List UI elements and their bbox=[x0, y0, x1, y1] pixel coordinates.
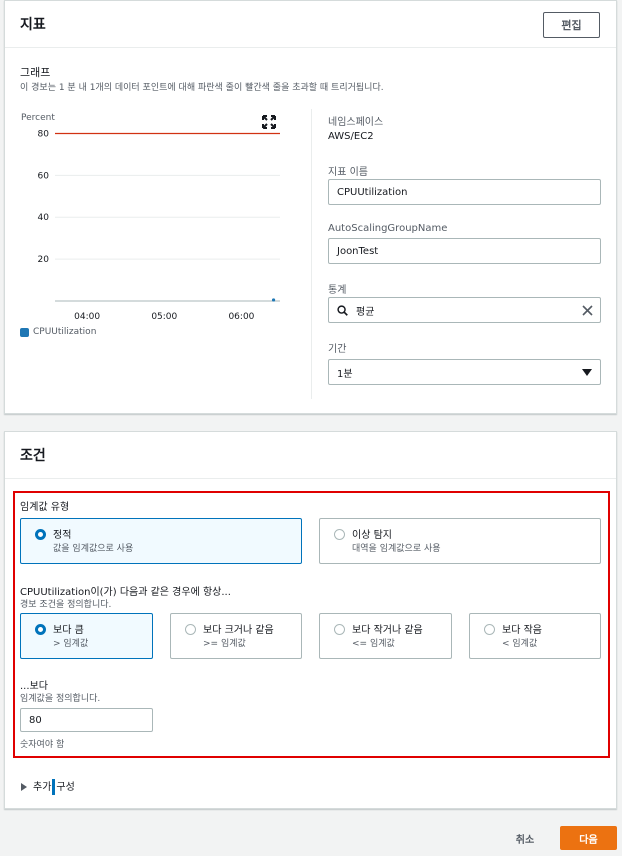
threshold-type-static[interactable]: 정적 값을 임계값으로 사용 bbox=[20, 518, 302, 564]
y-tick-label: 80 bbox=[38, 129, 50, 139]
metric-name-field[interactable]: CPUUtilization bbox=[328, 179, 601, 205]
metric-chart: Percent 20 40 60 80 04:00 05:00 06:00 CPUUtili… bbox=[17, 109, 285, 344]
graph-description: 이 경보는 1 분 내 1개의 데이터 포인트에 대해 파란색 줄이 빨간색 줄… bbox=[20, 83, 384, 93]
dimension-label: AutoScalingGroupName bbox=[328, 223, 448, 234]
period-label: 기간 bbox=[328, 344, 347, 355]
legend-swatch bbox=[20, 327, 29, 337]
operator-less-equal[interactable]: 보다 작거나 같음 <= 임계값 bbox=[319, 613, 452, 659]
y-tick-label: 20 bbox=[38, 255, 50, 265]
x-tick-label: 04:00 bbox=[74, 312, 100, 319]
period-value: 1분 bbox=[337, 368, 353, 380]
operator-less[interactable]: 보다 작음 < 임계값 bbox=[469, 613, 601, 659]
operator-less-equal-title: 보다 작거나 같음 bbox=[352, 625, 423, 636]
threshold-value-input[interactable]: 80 bbox=[20, 708, 153, 732]
y-tick-label: 40 bbox=[38, 213, 50, 223]
conditions-panel-header: 조건 bbox=[5, 432, 616, 479]
than-label: ...보다 bbox=[20, 681, 48, 692]
metric-name-value: CPUUtilization bbox=[337, 186, 408, 198]
radio-greater[interactable] bbox=[35, 624, 46, 635]
chart-legend: CPUUtilization bbox=[20, 327, 96, 337]
column-divider bbox=[311, 109, 312, 399]
threshold-type-anomaly-subtitle: 대역을 임계값으로 사용 bbox=[352, 544, 441, 554]
metric-panel-header: 지표 편집 bbox=[5, 1, 616, 48]
condition-label: CPUUtilization이(가) 다음과 같은 경우에 항상... bbox=[20, 587, 231, 598]
operator-less-equal-subtitle: <= 임계값 bbox=[352, 639, 395, 649]
caret-right-icon bbox=[21, 782, 27, 791]
additional-config-toggle[interactable]: 추가 구성 bbox=[21, 778, 75, 795]
x-tick-label: 05:00 bbox=[151, 312, 177, 319]
radio-less[interactable] bbox=[484, 624, 495, 635]
next-button[interactable]: 다음 bbox=[560, 826, 617, 850]
caret-down-icon bbox=[582, 369, 592, 376]
threshold-type-label: 임계값 유형 bbox=[20, 502, 70, 513]
radio-anomaly[interactable] bbox=[334, 529, 345, 540]
statistic-search-input[interactable]: 평균 bbox=[328, 297, 601, 323]
edit-button[interactable]: 편집 bbox=[543, 12, 600, 38]
threshold-type-static-title: 정적 bbox=[53, 530, 72, 541]
operator-greater-subtitle: > 임계값 bbox=[53, 639, 89, 649]
operator-greater-equal-title: 보다 크거나 같음 bbox=[203, 625, 274, 636]
search-icon bbox=[337, 304, 348, 316]
radio-less-equal[interactable] bbox=[334, 624, 345, 635]
condition-description: 경보 조건을 정의합니다. bbox=[20, 600, 112, 610]
dimension-field[interactable]: JoonTest bbox=[328, 238, 601, 264]
threshold-hint: 숫자여야 함 bbox=[20, 740, 65, 750]
threshold-type-static-subtitle: 값을 임계값으로 사용 bbox=[53, 544, 134, 554]
clear-icon[interactable] bbox=[581, 304, 594, 317]
radio-greater-equal[interactable] bbox=[185, 624, 196, 635]
x-tick-label: 06:00 bbox=[228, 312, 254, 319]
legend-label: CPUUtilization bbox=[33, 327, 97, 337]
operator-less-subtitle: < 임계값 bbox=[502, 639, 538, 649]
radio-static[interactable] bbox=[35, 529, 46, 540]
metric-panel-title: 지표 bbox=[20, 17, 46, 33]
threshold-type-anomaly[interactable]: 이상 탐지 대역을 임계값으로 사용 bbox=[319, 518, 601, 564]
threshold-value: 80 bbox=[29, 714, 42, 726]
dimension-value: JoonTest bbox=[337, 245, 379, 257]
threshold-type-anomaly-title: 이상 탐지 bbox=[352, 530, 392, 541]
chart-plot: 20 40 60 80 04:00 05:00 06:00 bbox=[38, 129, 280, 319]
conditions-panel-title: 조건 bbox=[20, 448, 46, 464]
text-cursor bbox=[52, 779, 56, 795]
operator-greater-title: 보다 큼 bbox=[53, 625, 84, 636]
than-description: 임계값을 정의합니다. bbox=[20, 694, 101, 704]
conditions-panel: 조건 임계값 유형 정적 값을 임계값으로 사용 이상 탐지 대역을 임계값으로… bbox=[4, 431, 617, 809]
graph-title: 그래프 bbox=[20, 66, 51, 79]
data-point bbox=[271, 298, 276, 302]
operator-greater-equal-subtitle: >= 임계값 bbox=[203, 639, 246, 649]
operator-less-title: 보다 작음 bbox=[502, 625, 542, 636]
operator-greater[interactable]: 보다 큼 > 임계값 bbox=[20, 613, 153, 659]
operator-greater-equal[interactable]: 보다 크거나 같음 >= 임계값 bbox=[170, 613, 302, 659]
additional-config-label: 추가 구성 bbox=[33, 778, 75, 795]
cancel-button[interactable]: 취소 bbox=[501, 826, 549, 850]
metric-panel: 지표 편집 그래프 이 경보는 1 분 내 1개의 데이터 포인트에 대해 파란… bbox=[4, 0, 617, 414]
period-select[interactable]: 1분 bbox=[328, 359, 601, 385]
namespace-label: 네임스페이스 bbox=[328, 117, 384, 128]
statistic-label: 통계 bbox=[328, 285, 347, 296]
namespace-value: AWS/EC2 bbox=[328, 131, 374, 142]
statistic-value: 평균 bbox=[356, 306, 375, 318]
metric-name-label: 지표 이름 bbox=[328, 167, 368, 178]
y-tick-label: 60 bbox=[38, 171, 50, 181]
